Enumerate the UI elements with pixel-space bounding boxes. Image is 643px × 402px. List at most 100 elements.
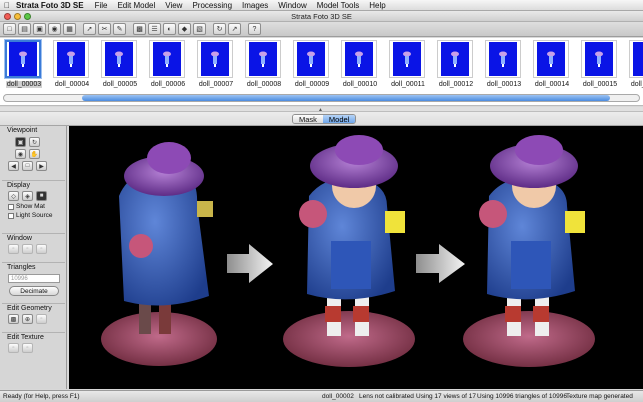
thumbnail-frame[interactable] [245, 40, 281, 78]
thumbnail-frame[interactable] [485, 40, 521, 78]
tool-sidebar: Viewpoint ▣ ↻ ◉ ✋ ◀ □ ▶ Display ◇ ◈ ■ Sh… [0, 126, 67, 389]
menu-images[interactable]: Images [237, 1, 273, 10]
menu-help[interactable]: Help [364, 1, 390, 10]
thumbnail-frame[interactable] [389, 40, 425, 78]
show-mat-checkbox[interactable]: Show Mat [8, 203, 65, 210]
next-view-icon[interactable]: ▶ [36, 161, 47, 171]
select-view-icon[interactable]: ▣ [15, 137, 26, 147]
geometry-tool-1-icon[interactable]: ▩ [8, 314, 19, 324]
thumbnail-image [633, 42, 643, 76]
thumbnail-item[interactable]: doll_00011 [384, 40, 432, 88]
geometry-tool-2-icon[interactable]: ⊕ [22, 314, 33, 324]
thumbnail-frame[interactable] [581, 40, 617, 78]
cut-icon[interactable]: ✂ [98, 23, 111, 35]
close-button[interactable] [4, 13, 11, 20]
thumbnail-image [201, 42, 229, 76]
thumbnail-frame[interactable] [5, 40, 41, 78]
thumbnail-item[interactable]: doll_00009 [288, 40, 336, 88]
thumbnail-frame[interactable] [629, 40, 643, 78]
thumbnail-item[interactable]: doll_00016 [624, 40, 643, 88]
help-icon[interactable]: ? [248, 23, 261, 35]
wireframe-icon[interactable]: ◇ [8, 191, 19, 201]
thumbnail-frame[interactable] [293, 40, 329, 78]
thumbnail-label: doll_00014 [534, 81, 570, 88]
mask-tab[interactable]: Mask [293, 115, 323, 123]
shaded-icon[interactable]: ◈ [22, 191, 33, 201]
menu-view[interactable]: View [160, 1, 187, 10]
filmstrip-scrollbar[interactable] [3, 94, 640, 102]
zoom-button[interactable] [24, 13, 31, 20]
zoom-view-icon[interactable]: ◉ [15, 149, 26, 159]
thumbnail-item[interactable]: doll_00012 [432, 40, 480, 88]
wand-icon[interactable]: ➚ [83, 23, 96, 35]
thumbnail-frame[interactable] [149, 40, 185, 78]
thumbnail-label: doll_00011 [391, 81, 425, 88]
model-viewport[interactable] [69, 126, 643, 389]
image-icon[interactable]: ▦ [63, 23, 76, 35]
menu-model-tools[interactable]: Model Tools [312, 1, 365, 10]
rotate-view-icon[interactable]: ↻ [29, 137, 40, 147]
thumbnail-label: doll_00008 [246, 81, 282, 88]
mask-icon[interactable]: ◐ [163, 23, 176, 35]
camera-icon[interactable]: ◉ [48, 23, 61, 35]
thumbnail-item[interactable]: doll_00010 [336, 40, 384, 88]
window-tool-3-icon[interactable]: ▫ [36, 244, 47, 254]
export-icon[interactable]: ↗ [228, 23, 241, 35]
edit-texture-heading: Edit Texture [7, 334, 44, 341]
thumbnail-frame[interactable] [101, 40, 137, 78]
model-icon[interactable]: ◆ [178, 23, 191, 35]
texture-tool-1-icon[interactable]: ▫ [8, 343, 19, 353]
fit-view-icon[interactable]: □ [22, 161, 33, 171]
thumbnail-item[interactable]: doll_00006 [144, 40, 192, 88]
model-tab[interactable]: Model [322, 115, 356, 123]
thumbnail-frame[interactable] [197, 40, 233, 78]
thumbnail-item[interactable]: doll_00003 [0, 40, 48, 88]
thumbnail-item[interactable]: doll_00014 [528, 40, 576, 88]
save-icon[interactable]: ▣ [33, 23, 46, 35]
thumbnail-item[interactable]: doll_00005 [96, 40, 144, 88]
decimate-button[interactable]: Decimate [9, 286, 59, 296]
list-icon[interactable]: ☰ [148, 23, 161, 35]
triangles-heading: Triangles [7, 264, 36, 271]
texture-icon[interactable]: ▧ [193, 23, 206, 35]
thumbnail-item[interactable]: doll_00007 [192, 40, 240, 88]
app-menu[interactable]: Strata Foto 3D SE [14, 1, 90, 10]
pan-hand-icon[interactable]: ✋ [29, 149, 40, 159]
geometry-tool-3-icon[interactable]: ▫ [36, 314, 47, 324]
thumbnail-label: doll_00016 [630, 81, 643, 88]
thumbnail-frame[interactable] [53, 40, 89, 78]
thumbnail-frame[interactable] [437, 40, 473, 78]
thumbnail-item[interactable]: doll_00004 [48, 40, 96, 88]
scrollbar-thumb[interactable] [82, 95, 610, 101]
window-tool-1-icon[interactable]: ▫ [8, 244, 19, 254]
minimize-button[interactable] [14, 13, 21, 20]
edit-geometry-heading: Edit Geometry [7, 305, 52, 312]
open-icon[interactable]: ▤ [18, 23, 31, 35]
menu-processing[interactable]: Processing [187, 1, 237, 10]
toolbar: □ ▤ ▣ ◉ ▦ ➚ ✂ ✎ ▩ ☰ ◐ ◆ ▧ ↻ ↗ ? [0, 22, 643, 37]
window-tool-2-icon[interactable]: ▫ [22, 244, 33, 254]
thumbnail-item[interactable]: doll_00013 [480, 40, 528, 88]
menu-edit-model[interactable]: Edit Model [112, 1, 160, 10]
arrow-1 [227, 244, 273, 283]
textured-icon[interactable]: ■ [36, 191, 47, 201]
new-icon[interactable]: □ [3, 23, 16, 35]
thumbnail-frame[interactable] [341, 40, 377, 78]
grid-icon[interactable]: ▩ [133, 23, 146, 35]
triangle-count-field[interactable]: 10996 [8, 274, 60, 283]
apple-icon[interactable]:  [0, 1, 14, 10]
status-views: Using 17 views of 17 [416, 393, 476, 400]
thumbnail-image [57, 42, 85, 76]
thumbnail-frame[interactable] [533, 40, 569, 78]
thumbnail-item[interactable]: doll_00015 [576, 40, 624, 88]
light-source-checkbox[interactable]: Light Source [8, 212, 65, 219]
menu-file[interactable]: File [90, 1, 113, 10]
texture-tool-2-icon[interactable]: ▫ [22, 343, 33, 353]
thumbnail-item[interactable]: doll_00008 [240, 40, 288, 88]
thumbnail-image [537, 42, 565, 76]
prev-view-icon[interactable]: ◀ [8, 161, 19, 171]
menu-window[interactable]: Window [273, 1, 311, 10]
mode-bar: Mask Model [0, 112, 643, 126]
brush-icon[interactable]: ✎ [113, 23, 126, 35]
rotate-icon[interactable]: ↻ [213, 23, 226, 35]
